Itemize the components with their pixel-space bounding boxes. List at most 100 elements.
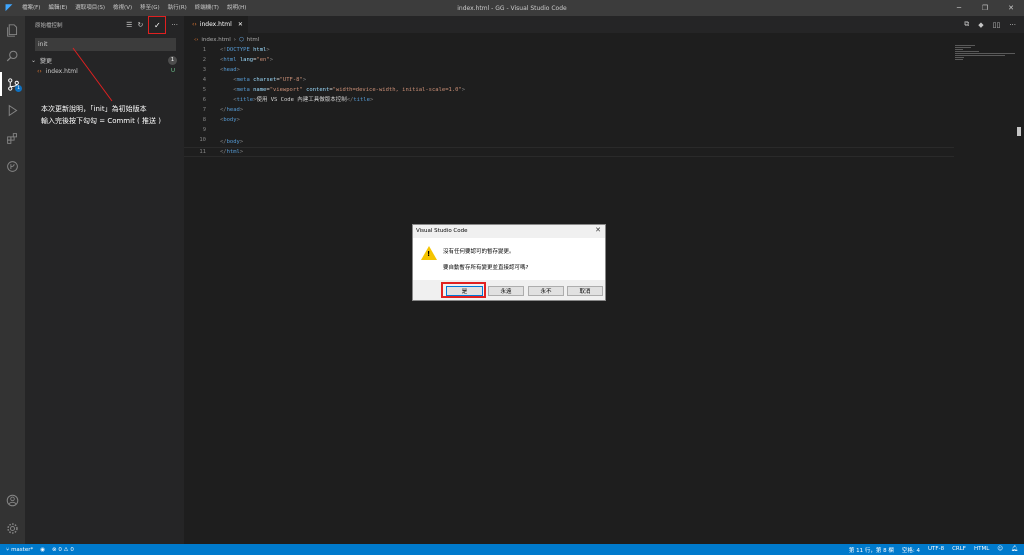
- line-number: 3: [202, 67, 206, 73]
- account-icon[interactable]: [0, 488, 25, 512]
- line-number: 1: [202, 47, 206, 53]
- live-share-icon[interactable]: ◉: [40, 547, 45, 553]
- menu-go[interactable]: 移至(G): [136, 0, 164, 16]
- code-line: <html lang="en">: [220, 57, 273, 63]
- commit-checkmark-icon[interactable]: ✓: [148, 16, 167, 34]
- more-actions-icon[interactable]: ···: [171, 21, 178, 29]
- editor-tab-bar: ‹› index.html ✕ ⧉ ◆ ▯▯ ···: [184, 16, 1024, 33]
- settings-gear-icon[interactable]: [0, 516, 25, 540]
- editor-toolbar: ⧉ ◆ ▯▯ ···: [964, 16, 1016, 33]
- current-line-highlight: [184, 147, 954, 157]
- open-changes-icon[interactable]: ◆: [978, 21, 983, 29]
- menu-help[interactable]: 說明(H): [223, 0, 250, 16]
- line-number: 11: [199, 149, 206, 155]
- menu-terminal[interactable]: 終端機(T): [191, 0, 223, 16]
- line-number: 4: [202, 77, 206, 83]
- menu-bar: 檔案(F) 編輯(E) 選取項目(S) 檢視(V) 移至(G) 執行(R) 終端…: [18, 0, 250, 16]
- panel-toolbar: ☰ ↻ ✓ ···: [126, 16, 178, 34]
- branch-indicator[interactable]: ⑂ master*: [6, 547, 33, 553]
- notifications-icon[interactable]: 🔔︎: [1011, 546, 1018, 554]
- line-number: 5: [202, 87, 206, 93]
- minimize-icon[interactable]: ─: [946, 0, 972, 16]
- refresh-icon[interactable]: ↻: [137, 21, 143, 29]
- view-as-tree-icon[interactable]: ☰: [126, 21, 132, 29]
- dialog-message-1: 沒有任何要認可的暫存變更。: [443, 249, 515, 255]
- warning-count: 0: [70, 546, 74, 553]
- dialog-message-2: 要自動暫存所有變更並直接認可嗎?: [443, 265, 529, 271]
- branch-name: master*: [11, 546, 34, 553]
- always-button[interactable]: 永遠: [488, 286, 524, 296]
- close-icon[interactable]: ✕: [998, 0, 1024, 16]
- more-actions-icon[interactable]: ···: [1009, 21, 1016, 29]
- search-icon[interactable]: [0, 44, 25, 68]
- status-bar: ⑂ master* ◉ ⊗ 0 ⚠ 0 第 11 行，第 8 欄 空格: 4 U…: [0, 544, 1024, 555]
- element-icon: ⬡: [238, 36, 244, 43]
- status-left: ⑂ master* ◉ ⊗ 0 ⚠ 0: [0, 547, 74, 553]
- commit-message-input[interactable]: init: [35, 38, 176, 51]
- menu-view[interactable]: 檢視(V): [109, 0, 136, 16]
- language-mode[interactable]: HTML: [974, 546, 989, 554]
- close-icon[interactable]: ✕: [595, 226, 601, 234]
- cursor-position[interactable]: 第 11 行，第 8 欄: [849, 546, 894, 554]
- menu-run[interactable]: 執行(R): [164, 0, 191, 16]
- source-control-panel: 原始檔控制 ☰ ↻ ✓ ··· init ⌄ 變更 1 ‹› index.htm…: [25, 16, 184, 544]
- scm-badge: 1: [15, 85, 22, 92]
- status-right: 第 11 行，第 8 欄 空格: 4 UTF-8 CRLF HTML ☺ 🔔︎: [849, 546, 1018, 554]
- problems-indicator[interactable]: ⊗ 0 ⚠ 0: [52, 547, 74, 553]
- feedback-icon[interactable]: ☺: [997, 546, 1003, 554]
- timeline-icon[interactable]: [0, 154, 25, 178]
- changes-group-label: 變更: [40, 57, 53, 65]
- code-line: <title>使用 VS Code 內建工具做版本控制</title>: [233, 97, 374, 103]
- title-bar: ◤ 檔案(F) 編輯(E) 選取項目(S) 檢視(V) 移至(G) 執行(R) …: [0, 0, 1024, 16]
- split-editor-icon[interactable]: ▯▯: [993, 21, 1001, 29]
- menu-file[interactable]: 檔案(F): [18, 0, 44, 16]
- extensions-icon[interactable]: [0, 126, 25, 150]
- encoding[interactable]: UTF-8: [928, 546, 944, 554]
- run-debug-icon[interactable]: [0, 98, 25, 122]
- code-line: <head>: [220, 67, 240, 73]
- compare-changes-icon[interactable]: ⧉: [964, 20, 969, 29]
- line-number: 7: [202, 107, 206, 113]
- changes-count-badge: 1: [168, 55, 177, 65]
- code-line: <!DOCTYPE html>: [220, 47, 270, 53]
- breadcrumb-file[interactable]: index.html: [201, 37, 230, 43]
- annotation-line-2: 輸入完後按下勾勾 = Commit ( 推送 ): [41, 117, 161, 125]
- code-line: <body>: [220, 117, 240, 123]
- file-status-badge: U: [170, 68, 175, 74]
- source-control-icon[interactable]: 1: [0, 72, 25, 96]
- menu-selection[interactable]: 選取項目(S): [71, 0, 109, 16]
- error-icon: ⊗: [52, 546, 57, 553]
- annotation-line-1: 本次更新說明，「init」為初始版本: [41, 105, 147, 113]
- restore-icon[interactable]: ❐: [972, 0, 998, 16]
- changes-group[interactable]: ⌄ 變更 1: [31, 55, 181, 65]
- line-ending[interactable]: CRLF: [952, 546, 966, 554]
- chevron-down-icon: ⌄: [31, 56, 37, 64]
- error-count: 0: [58, 546, 62, 553]
- explorer-icon[interactable]: [0, 18, 25, 42]
- warning-icon: ⚠: [63, 546, 69, 553]
- menu-edit[interactable]: 編輯(E): [44, 0, 71, 16]
- line-number: 9: [202, 127, 206, 133]
- scrollbar-thumb[interactable]: [1017, 127, 1021, 136]
- html-file-icon: ‹›: [194, 36, 199, 43]
- tab-index-html[interactable]: ‹› index.html ✕: [184, 16, 248, 33]
- changed-file-name: index.html: [45, 67, 78, 75]
- window-controls: ─ ❐ ✕: [946, 0, 1024, 16]
- changed-file-item[interactable]: ‹› index.html U: [37, 66, 181, 76]
- html-file-icon: ‹›: [192, 21, 197, 28]
- cancel-button[interactable]: 取消: [567, 286, 603, 296]
- warning-exclamation: !: [427, 250, 431, 258]
- never-button[interactable]: 永不: [528, 286, 564, 296]
- vscode-logo-icon: ◤: [5, 3, 13, 13]
- minimap[interactable]: [955, 45, 1017, 85]
- dialog-title: Visual Studio Code: [416, 228, 468, 234]
- indentation[interactable]: 空格: 4: [902, 546, 920, 554]
- code-line: <meta charset="UTF-8">: [233, 77, 307, 83]
- annotation-note: 本次更新說明，「init」為初始版本 輸入完後按下勾勾 = Commit ( 推…: [41, 103, 161, 127]
- close-tab-icon[interactable]: ✕: [238, 21, 243, 28]
- breadcrumb-element[interactable]: html: [247, 37, 260, 43]
- line-number: 6: [202, 97, 206, 103]
- html-file-icon: ‹›: [37, 67, 42, 75]
- code-line: </head>: [220, 107, 244, 113]
- code-line: </html>: [220, 149, 244, 155]
